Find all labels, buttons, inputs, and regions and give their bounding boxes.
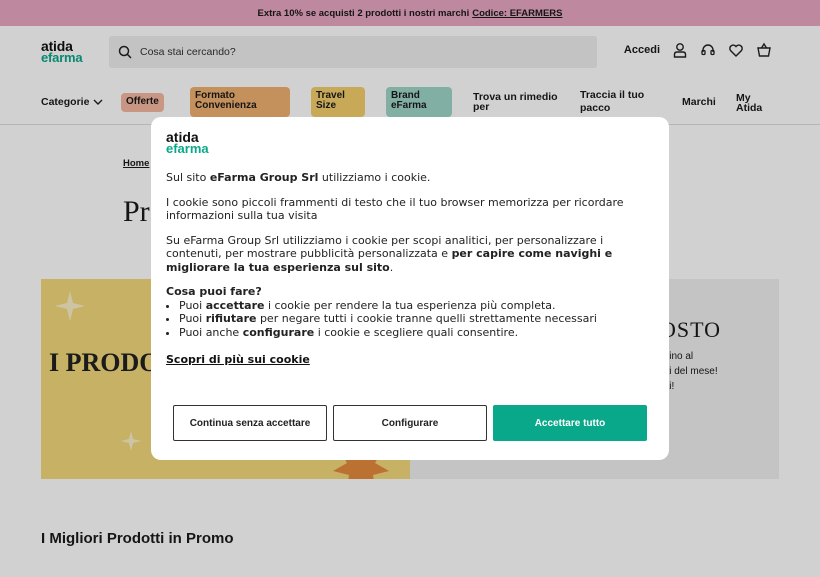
opt1-a: Puoi <box>179 298 206 312</box>
opt3-a: Puoi anche <box>179 325 243 339</box>
cookie-dialog-logo: atida efarma <box>166 129 654 156</box>
cookie-consent-dialog: atida efarma Sul sito eFarma Group Srl u… <box>151 117 669 460</box>
opt1-c: i cookie per rendere la tua esperienza p… <box>264 298 556 312</box>
cookie-option-reject: Puoi rifiutare per negare tutti i cookie… <box>179 312 654 326</box>
cookie-options-list: Puoi accettare i cookie per rendere la t… <box>166 299 654 340</box>
opt2-c: per negare tutti i cookie tranne quelli … <box>256 312 597 325</box>
opt2-b: rifiutare <box>205 312 257 325</box>
cookie-intro: Sul sito eFarma Group Srl utilizziamo i … <box>166 171 654 185</box>
cookie-option-accept: Puoi accettare i cookie per rendere la t… <box>179 299 654 313</box>
cookie-option-configure: Puoi anche configurare i cookie e scegli… <box>179 326 654 340</box>
opt3-c: i cookie e scegliere quali consentire. <box>314 325 519 339</box>
cookie-definition: I cookie sono piccoli frammenti di testo… <box>166 195 624 223</box>
cookie-intro-a: Sul sito <box>166 171 210 184</box>
opt3-b: configurare <box>242 325 315 339</box>
accept-all-button[interactable]: Accettare tutto <box>493 405 647 441</box>
cookie-intro-c: utilizziamo i cookie. <box>318 171 431 184</box>
configure-button[interactable]: Configurare <box>333 405 487 441</box>
opt1-b: accettare <box>205 298 265 312</box>
cookie-learn-more-link[interactable]: Scopri di più sui cookie <box>166 353 310 366</box>
opt2-a: Puoi <box>179 312 206 325</box>
cookie-actions: Continua senza accettare Configurare Acc… <box>173 405 647 441</box>
cookie-options-heading: Cosa puoi fare? <box>166 285 262 298</box>
cookie-purposes: Su eFarma Group Srl utilizziamo i cookie… <box>166 234 654 275</box>
cookie-intro-company: eFarma Group Srl <box>209 171 319 184</box>
cookie-logo-line2: efarma <box>166 141 209 156</box>
cookie-logo-line1: atida <box>166 129 199 145</box>
cookie-purposes-c: . <box>389 260 394 274</box>
continue-without-accepting-button[interactable]: Continua senza accettare <box>173 405 327 441</box>
